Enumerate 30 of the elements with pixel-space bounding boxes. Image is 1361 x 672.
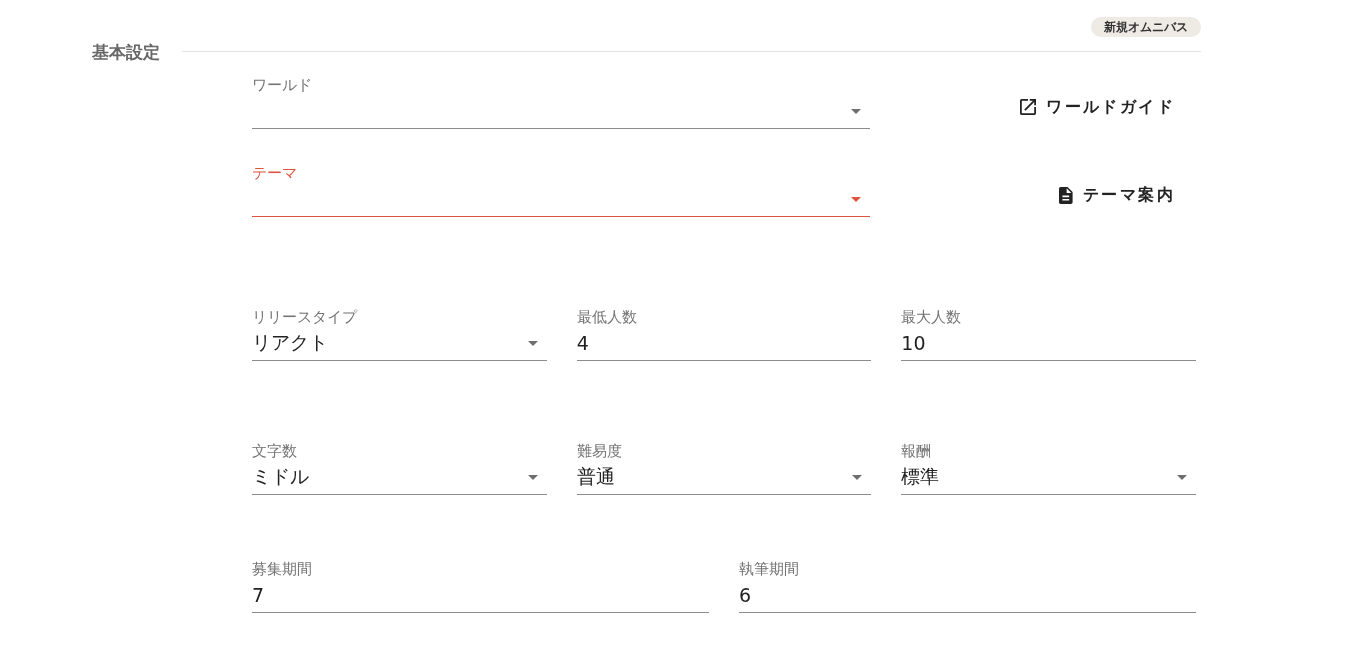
external-link-icon xyxy=(1020,99,1037,115)
caret-icon xyxy=(851,196,861,202)
caret-icon xyxy=(527,474,538,480)
field-label: 報酬 xyxy=(901,442,932,460)
select-field[interactable]: 普通 xyxy=(576,460,872,495)
caret-icon xyxy=(851,108,861,114)
caret-icon xyxy=(527,340,538,346)
section-title: 基本設定 xyxy=(92,41,160,64)
input-field[interactable]: 6 xyxy=(739,578,1196,613)
field-label: 難易度 xyxy=(576,442,622,460)
field-label: テーマ xyxy=(252,164,297,182)
select-field[interactable]: ミドル xyxy=(252,460,547,495)
input-field[interactable]: 7 xyxy=(252,578,709,613)
field-label: 執筆期間 xyxy=(739,560,799,578)
field-label: リリースタイプ xyxy=(252,308,357,326)
field-label: ワールド xyxy=(252,76,312,94)
category-badge: 新規オムニバス xyxy=(1091,17,1201,37)
select-field[interactable]: リアクト xyxy=(252,326,547,361)
guide-button[interactable]: テーマ案内 xyxy=(1059,177,1175,213)
field-label: 最大人数 xyxy=(901,308,962,326)
caret-icon xyxy=(1177,474,1187,480)
field-label: 文字数 xyxy=(252,442,297,460)
document-icon xyxy=(1059,186,1073,204)
caret-icon xyxy=(852,474,863,480)
field-label: 募集期間 xyxy=(252,560,312,578)
input-field[interactable]: 10 xyxy=(901,326,1196,361)
field-label: 最低人数 xyxy=(576,308,637,326)
guide-button[interactable]: ワールドガイド xyxy=(1020,89,1175,125)
input-field[interactable]: 4 xyxy=(576,326,872,361)
select-field[interactable]: 標準 xyxy=(901,460,1196,495)
